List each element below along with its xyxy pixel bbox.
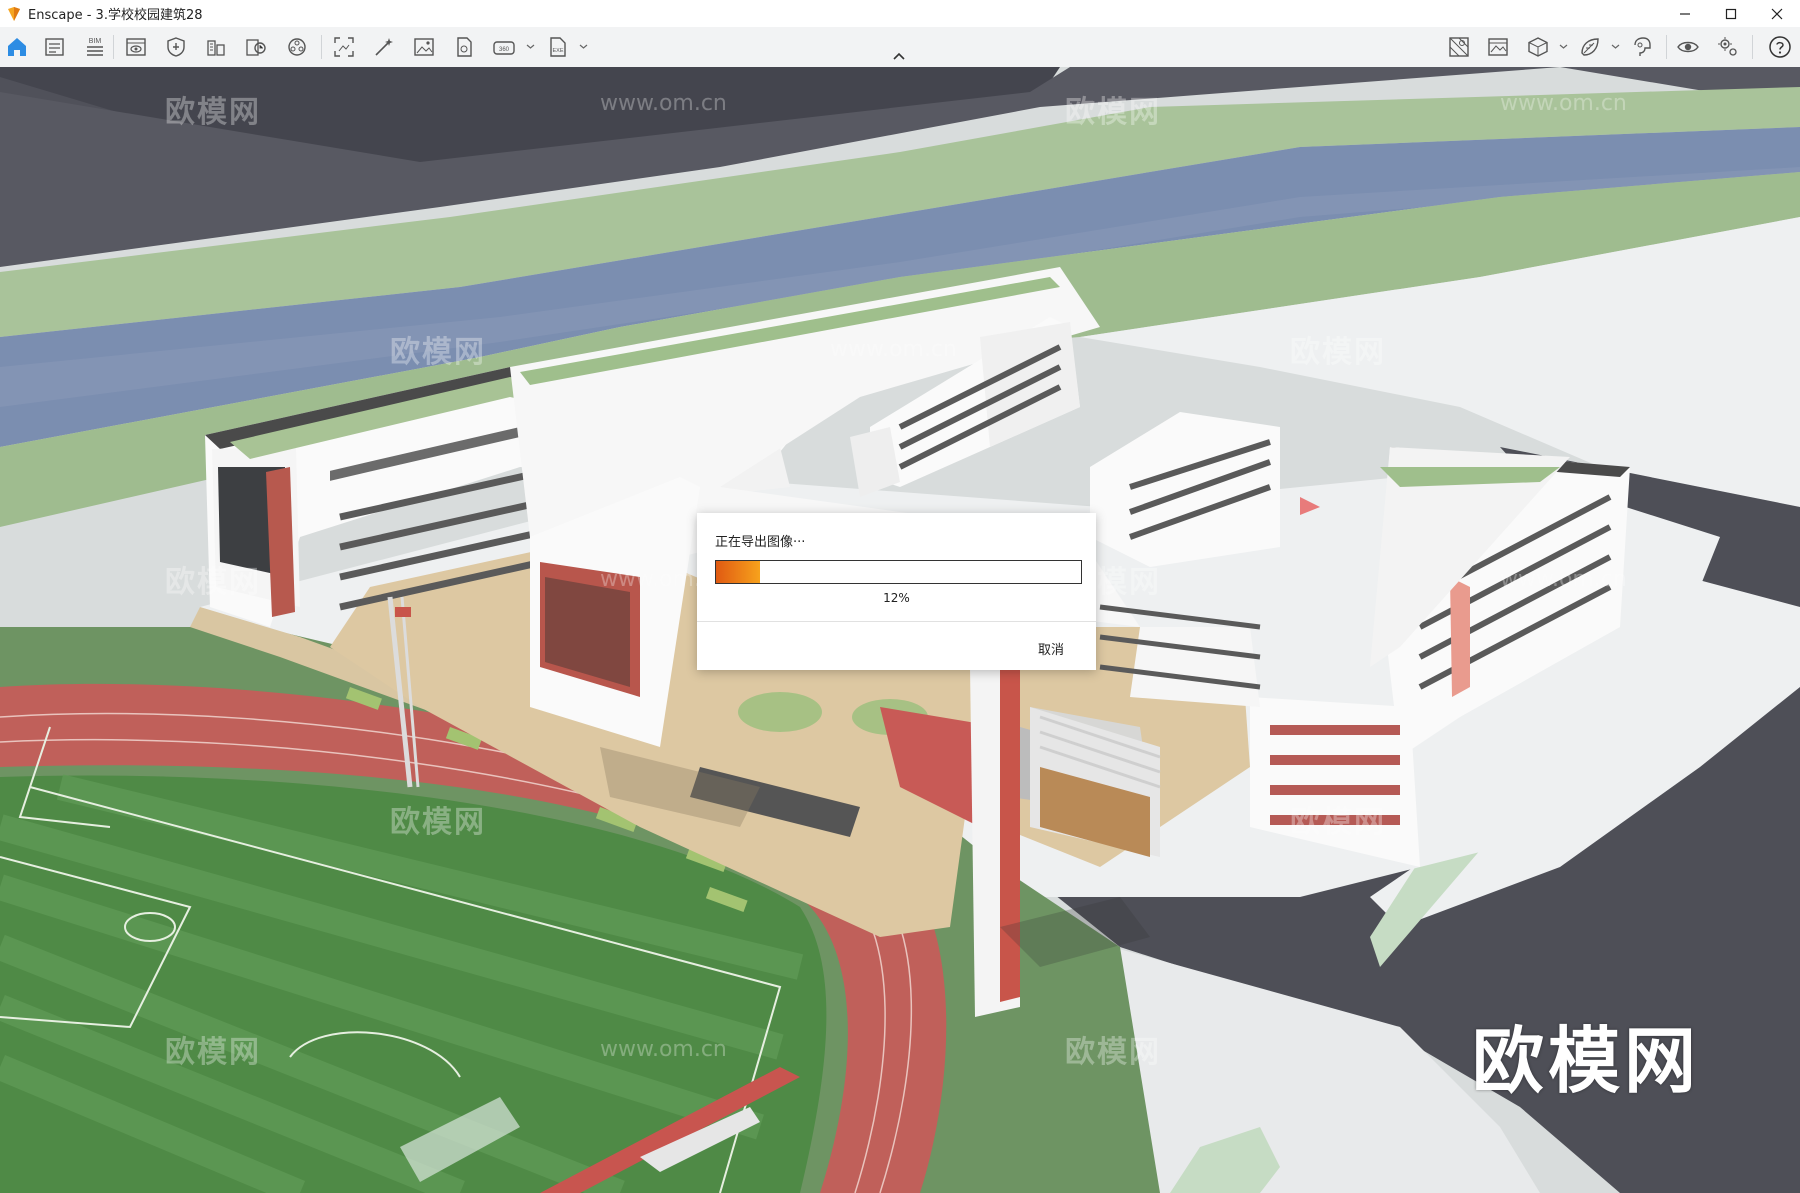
dialog-divider [697,621,1096,622]
maximize-icon [1725,8,1737,19]
minimize-icon [1680,12,1690,15]
maximize-button[interactable] [1708,0,1754,27]
close-button[interactable] [1754,0,1800,27]
asset-library-icon[interactable] [164,35,188,59]
chevron-down-icon[interactable] [526,42,535,51]
progress-percentage: 12% [883,591,910,605]
toolbar-separator [1752,35,1753,59]
dialog-title: 正在导出图像··· [715,535,806,550]
watermark-text: 欧模网 [390,335,486,370]
window-controls [1662,0,1800,27]
toolbar-separator [113,35,114,59]
watermark-text: 欧模网 [1065,1035,1161,1070]
close-icon [1771,8,1783,19]
bim-icon[interactable]: BIM [83,35,107,59]
screenshot-icon[interactable] [332,35,356,59]
watermark-text: 欧模网 [165,565,261,600]
gallery-icon[interactable] [412,35,436,59]
chevron-down-icon[interactable] [1611,42,1620,51]
svg-text:360: 360 [499,47,510,53]
batch-render-icon[interactable] [372,35,396,59]
cancel-button[interactable]: 取消 [1038,639,1064,658]
watermark-text: 欧模网 [1290,335,1386,370]
progress-bar-fill [716,561,760,583]
watermark-url: www.om.cn [1500,91,1627,116]
views-icon[interactable] [43,35,67,59]
title-bar: Enscape - 3.学校校园建筑28 [0,0,1800,27]
toolbar-separator [321,35,322,59]
orthographic-icon[interactable] [1526,35,1550,59]
home-icon[interactable] [5,35,29,59]
export-progress-dialog: 正在导出图像··· 12% 取消 [697,513,1096,670]
panorama-icon[interactable] [452,35,476,59]
window-title: Enscape - 3.学校校园建筑28 [28,8,203,23]
site-logo-watermark: 欧模网 [1472,1019,1701,1103]
watermark-text: 欧模网 [165,1035,261,1070]
atmosphere-icon[interactable] [285,35,309,59]
watermark-text: 欧模网 [390,805,486,840]
bim-label: BIM [89,38,102,45]
watermark-text: 欧模网 [1290,805,1386,840]
capture-icon[interactable] [1630,35,1654,59]
watermark-url: www.om.cn [830,337,957,362]
vr-headset-icon[interactable] [1578,35,1602,59]
progress-bar [715,560,1082,584]
minimize-button[interactable] [1662,0,1708,27]
sun-study-icon[interactable] [1486,35,1510,59]
enscape-logo-icon [8,6,20,21]
chevron-down-icon[interactable] [1559,42,1568,51]
visual-settings-icon[interactable] [124,35,148,59]
watermark-url: www.om.cn [1500,567,1627,592]
visibility-icon[interactable] [1676,35,1700,59]
export-icon[interactable]: EXE [546,35,570,59]
watermark-text: 欧模网 [165,95,261,130]
svg-text:EXE: EXE [552,48,563,54]
site-context-icon[interactable] [244,35,268,59]
video-360-icon[interactable]: 360 [492,35,516,59]
watermark-url: www.om.cn [600,1037,727,1062]
chevron-up-icon[interactable] [891,48,907,64]
material-editor-icon[interactable] [204,35,228,59]
watermark-text: 欧模网 [1065,95,1161,130]
watermark-url: www.om.cn [600,91,727,116]
settings-icon[interactable] [1716,35,1740,59]
help-icon[interactable] [1768,35,1792,59]
minimap-icon[interactable] [1447,35,1471,59]
toolbar-separator [1666,35,1667,59]
chevron-down-icon[interactable] [579,42,588,51]
